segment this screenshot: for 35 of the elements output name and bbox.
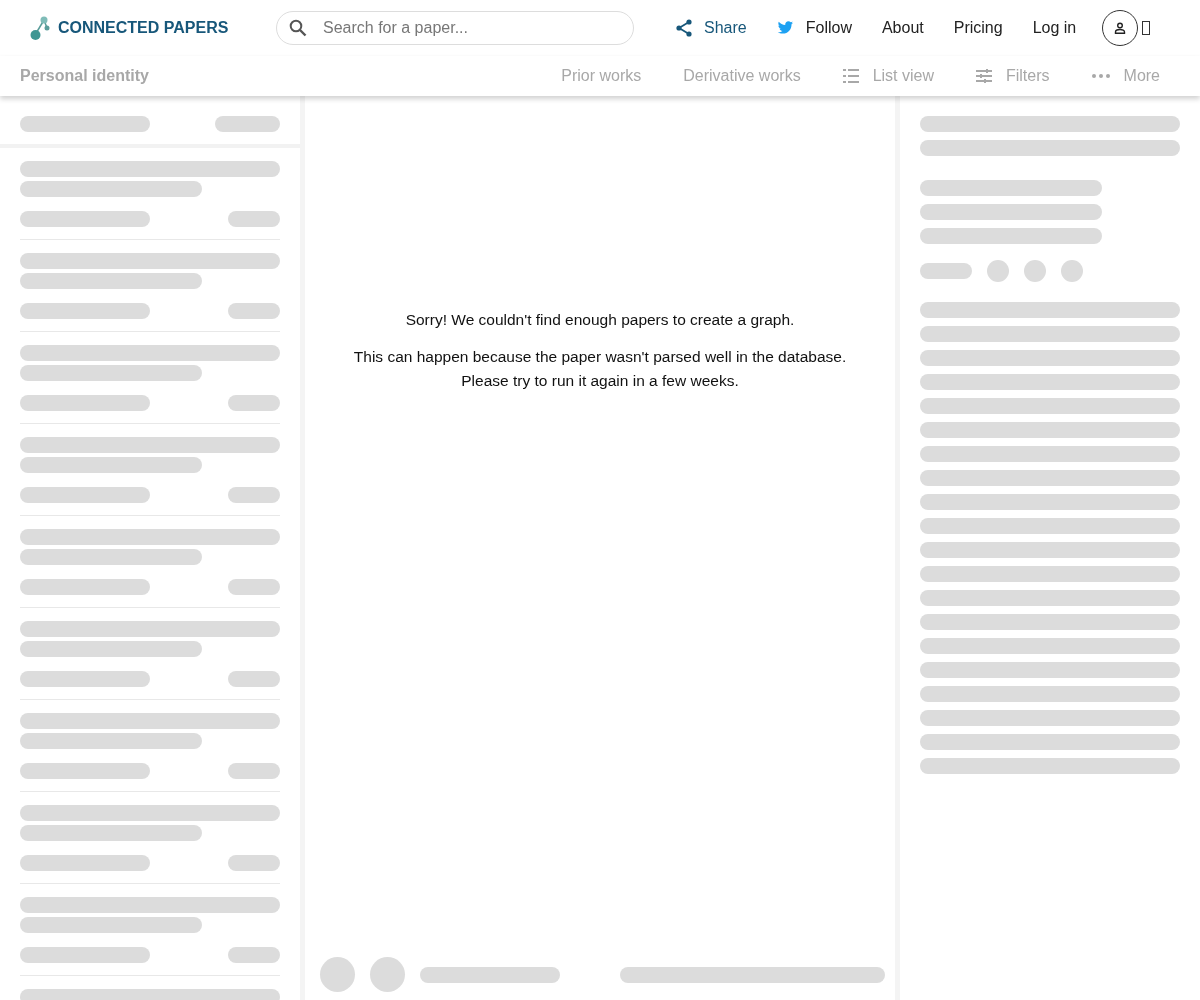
skeleton-circle bbox=[370, 957, 405, 992]
skeleton-circle bbox=[1024, 260, 1046, 282]
skeleton-circle bbox=[1061, 260, 1083, 282]
follow-link[interactable]: Follow bbox=[776, 19, 852, 37]
share-link[interactable]: Share bbox=[676, 19, 747, 37]
share-icon bbox=[676, 19, 692, 37]
nav-link[interactable]: About bbox=[881, 19, 924, 37]
more-icon bbox=[1091, 74, 1110, 78]
error-explanation: This can happen because the paper wasn't parsed well in the database. Please try to run it again in a few weeks. bbox=[352, 347, 848, 391]
logo-text[interactable]: CONNECTED PAPERS bbox=[58, 19, 229, 37]
skeleton-bar bbox=[228, 303, 280, 319]
skeleton-bar bbox=[920, 263, 972, 279]
skeleton-bar bbox=[228, 579, 280, 595]
list-icon bbox=[842, 69, 859, 83]
logo-icon bbox=[30, 15, 50, 41]
account-button[interactable] bbox=[1102, 10, 1139, 46]
sliders-icon bbox=[976, 69, 992, 83]
skeleton-bar bbox=[228, 211, 280, 227]
skeleton-bar bbox=[215, 116, 280, 132]
person-icon bbox=[1114, 22, 1127, 34]
search-field[interactable]: Search for a paper... bbox=[276, 11, 634, 45]
bird-icon bbox=[776, 21, 794, 35]
nav-link[interactable]: Log in bbox=[1032, 19, 1077, 37]
paper-title: Personal identity bbox=[20, 67, 149, 85]
skeleton-circle bbox=[320, 957, 355, 992]
skeleton-bar bbox=[228, 671, 280, 687]
skeleton-circle bbox=[987, 260, 1009, 282]
nav-link[interactable]: Pricing bbox=[953, 19, 1003, 37]
skeleton-bar bbox=[228, 947, 280, 963]
skeleton-bar bbox=[228, 763, 280, 779]
error-message: Sorry! We couldn't find enough papers to create a graph. bbox=[404, 311, 796, 329]
missing-glyph-icon bbox=[1142, 21, 1151, 35]
skeleton-bar bbox=[228, 487, 280, 503]
skeleton-bar bbox=[228, 395, 280, 411]
skeleton-bar bbox=[228, 855, 280, 871]
